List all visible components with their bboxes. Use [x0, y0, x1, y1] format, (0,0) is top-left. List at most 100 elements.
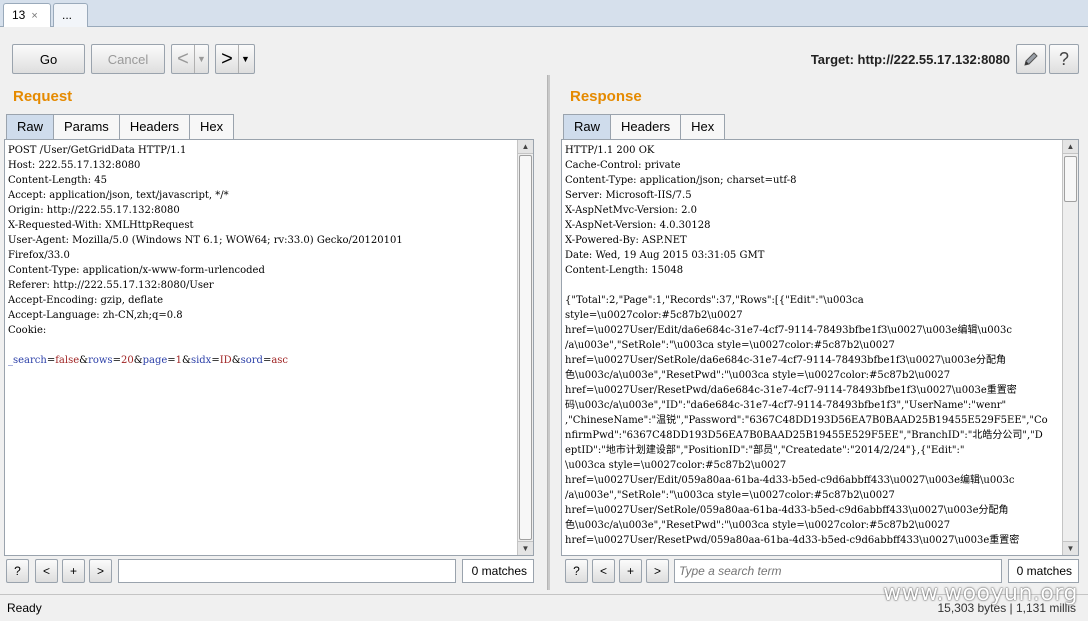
response-line: href=\u0027User/SetRole/da6e684c-31e7-4c…: [565, 355, 1006, 366]
chevron-down-icon[interactable]: ▼: [238, 45, 252, 73]
response-search-bar: ? < + > 0 matches: [565, 559, 1079, 583]
forward-arrow-icon: >: [221, 48, 233, 70]
tab-13[interactable]: 13 ×: [3, 3, 51, 28]
request-line: Origin: http://222.55.17.132:8080: [8, 205, 180, 216]
response-scrollbar[interactable]: ▲ ▼: [1062, 140, 1078, 555]
param-equals: =: [46, 355, 56, 366]
response-line: Date: Wed, 19 Aug 2015 03:31:05 GMT: [565, 250, 765, 261]
request-line: Content-Type: application/x-www-form-url…: [8, 265, 265, 276]
search-prev-button[interactable]: <: [592, 559, 615, 583]
param-separator: &: [231, 355, 241, 366]
response-line: Cache-Control: private: [565, 160, 681, 171]
request-search-bar: ? < + > 0 matches: [6, 559, 534, 583]
request-line: Accept: application/json, text/javascrip…: [8, 190, 229, 201]
scroll-up-icon[interactable]: ▲: [518, 140, 533, 154]
tab-label: 13: [12, 8, 26, 22]
search-next-button[interactable]: >: [89, 559, 112, 583]
param-key: _search: [8, 355, 47, 366]
response-view-tabs: Raw Headers Hex: [563, 114, 726, 139]
response-line: \u003ca style=\u0027color:#5c87b2\u0027: [565, 460, 787, 471]
response-line: style=\u0027color:#5c87b2\u0027: [565, 310, 743, 321]
response-line: Content-Type: application/json; charset=…: [565, 175, 797, 186]
request-text[interactable]: POST /User/GetGridData HTTP/1.1 Host: 222…: [5, 140, 533, 368]
response-text[interactable]: HTTP/1.1 200 OK Cache-Control: private Con…: [562, 140, 1078, 548]
repeater-main: Go Cancel < ▼ > ▼ Target: http://222.55.…: [0, 27, 1088, 594]
response-match-count: 0 matches: [1008, 559, 1079, 583]
request-search-input[interactable]: [118, 559, 456, 583]
response-line: ,"ChineseName":"温锐","Password":"6367C48D…: [565, 415, 1048, 426]
tab-new[interactable]: ...: [53, 3, 88, 28]
tab-request-headers[interactable]: Headers: [118, 114, 190, 139]
param-separator: &: [79, 355, 89, 366]
session-tab-strip: 13 × ...: [0, 0, 1088, 28]
request-line: [8, 338, 533, 353]
cancel-button[interactable]: Cancel: [91, 44, 165, 74]
scroll-thumb[interactable]: [1064, 156, 1077, 202]
param-value: ID: [219, 355, 232, 366]
edit-target-button[interactable]: [1016, 44, 1046, 74]
forward-button[interactable]: > ▼: [215, 44, 255, 74]
tab-response-hex[interactable]: Hex: [680, 114, 726, 139]
tab-request-raw[interactable]: Raw: [6, 114, 55, 139]
split-divider[interactable]: [547, 75, 550, 590]
response-line: href=\u0027User/ResetPwd/059a80aa-61ba-4…: [565, 535, 1020, 546]
response-line: /a\u003e","SetRole":"\u003ca style=\u002…: [565, 340, 895, 351]
search-prev-button[interactable]: <: [35, 559, 58, 583]
go-button[interactable]: Go: [12, 44, 85, 74]
response-search-input[interactable]: [674, 559, 1002, 583]
help-icon: ?: [1058, 48, 1069, 69]
request-body-line: _search=false&rows=20&page=1&sidx=ID&sor…: [8, 353, 533, 368]
request-line: X-Requested-With: XMLHttpRequest: [8, 220, 194, 231]
request-line: Host: 222.55.17.132:8080: [8, 160, 141, 171]
param-separator: &: [133, 355, 143, 366]
param-equals: =: [112, 355, 121, 366]
request-editor[interactable]: POST /User/GetGridData HTTP/1.1 Host: 222…: [4, 139, 534, 556]
chevron-down-icon[interactable]: ▼: [194, 45, 208, 73]
response-line: 色\u003c/a\u003e","ResetPwd":"\u003ca sty…: [565, 520, 951, 531]
request-line: User-Agent: Mozilla/5.0 (Windows NT 6.1;…: [8, 235, 403, 246]
response-title: Response: [570, 88, 642, 105]
scroll-down-icon[interactable]: ▼: [1063, 541, 1078, 555]
response-line: /a\u003e","SetRole":"\u003ca style=\u002…: [565, 490, 895, 501]
pencil-icon: [1024, 52, 1038, 66]
back-button[interactable]: < ▼: [171, 44, 209, 74]
param-key: page: [142, 355, 168, 366]
scroll-thumb[interactable]: [519, 155, 532, 540]
param-value: false: [55, 355, 80, 366]
tab-request-params[interactable]: Params: [53, 114, 120, 139]
back-arrow-icon: <: [177, 48, 189, 70]
response-line: {"Total":2,"Page":1,"Records":37,"Rows":…: [565, 295, 864, 306]
search-next-button[interactable]: >: [646, 559, 669, 583]
scroll-up-icon[interactable]: ▲: [1063, 140, 1078, 154]
param-key: sidx: [190, 355, 212, 366]
param-equals: =: [211, 355, 220, 366]
request-line: Cookie:: [8, 325, 47, 336]
param-key: sord: [240, 355, 263, 366]
response-editor[interactable]: HTTP/1.1 200 OK Cache-Control: private Con…: [561, 139, 1079, 556]
tab-response-raw[interactable]: Raw: [563, 114, 612, 139]
response-line: 色\u003c/a\u003e","ResetPwd":"\u003ca sty…: [565, 370, 951, 381]
status-text: Ready: [7, 601, 42, 615]
search-help-button[interactable]: ?: [565, 559, 588, 583]
close-icon[interactable]: ×: [31, 10, 37, 22]
search-help-button[interactable]: ?: [6, 559, 29, 583]
request-line: Content-Length: 45: [8, 175, 108, 186]
param-value: asc: [271, 355, 289, 366]
response-line: X-AspNet-Version: 4.0.30128: [565, 220, 711, 231]
param-equals: =: [167, 355, 176, 366]
response-line: nfirmPwd":"6367C48DD193D56EA7B0BAAD25B19…: [565, 430, 1043, 441]
target-label: Target: http://222.55.17.132:8080: [810, 52, 1010, 67]
scroll-down-icon[interactable]: ▼: [518, 541, 533, 555]
tab-response-headers[interactable]: Headers: [610, 114, 682, 139]
response-line: HTTP/1.1 200 OK: [565, 145, 655, 156]
param-separator: &: [182, 355, 191, 366]
request-scrollbar[interactable]: ▲ ▼: [517, 140, 533, 555]
search-options-button[interactable]: +: [619, 559, 642, 583]
response-line: X-AspNetMvc-Version: 2.0: [565, 205, 697, 216]
tab-request-hex[interactable]: Hex: [188, 114, 235, 139]
search-options-button[interactable]: +: [62, 559, 85, 583]
request-line: POST /User/GetGridData HTTP/1.1: [8, 145, 187, 156]
request-view-tabs: Raw Params Headers Hex: [6, 114, 235, 139]
help-button[interactable]: ?: [1049, 44, 1079, 74]
response-line: Content-Length: 15048: [565, 265, 684, 276]
